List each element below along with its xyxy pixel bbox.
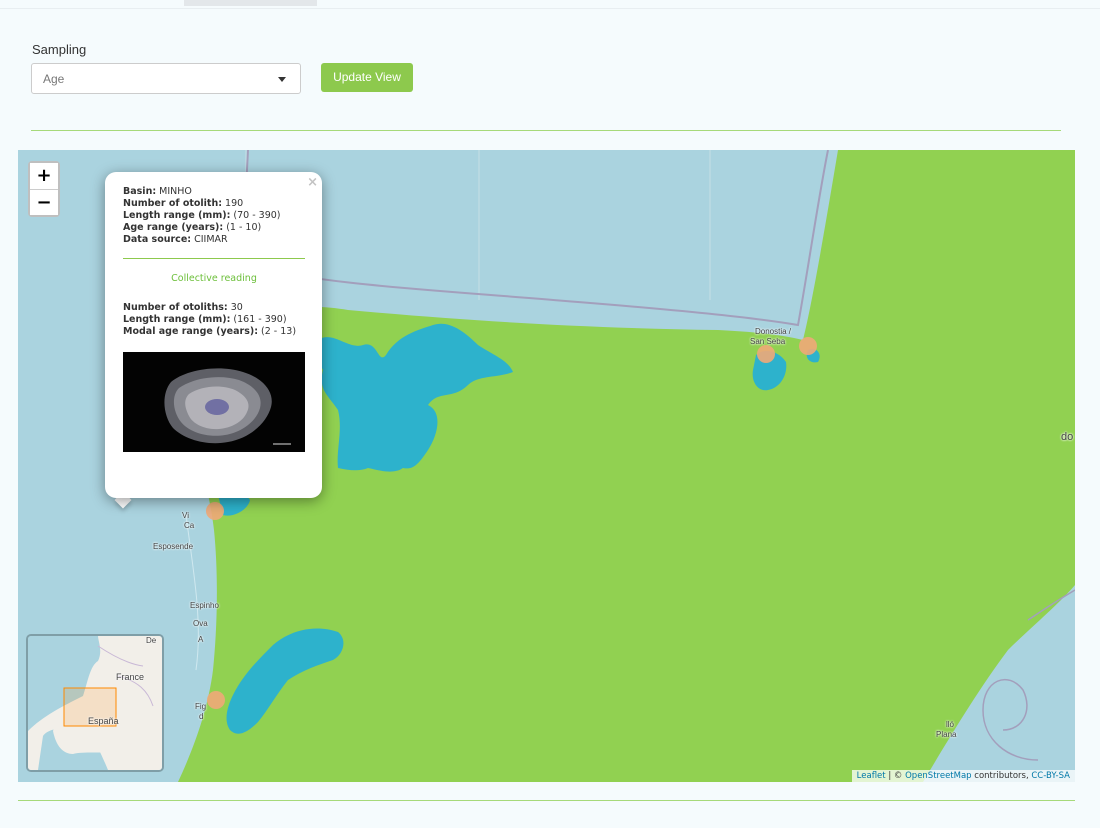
place-label-ovar: Ova bbox=[193, 619, 208, 628]
popup-length-collective: Length range (mm): (161 - 390) bbox=[123, 314, 287, 325]
place-label-edge: do bbox=[1061, 431, 1074, 443]
zoom-control: + − bbox=[28, 161, 60, 217]
top-tab-indicator bbox=[184, 0, 317, 6]
zoom-in-button[interactable]: + bbox=[30, 163, 58, 189]
sampling-label: Sampling bbox=[32, 42, 87, 57]
place-label-viana: Vi bbox=[182, 511, 189, 520]
top-rule bbox=[0, 8, 1100, 9]
popup-length-range: Length range (mm): (70 - 390) bbox=[123, 210, 281, 221]
divider bbox=[18, 800, 1075, 801]
map-container[interactable]: Donostia / San Seba Vi Ca Esposende Espi… bbox=[18, 150, 1075, 782]
place-label-llo: lló bbox=[946, 720, 955, 729]
leaflet-link[interactable]: Leaflet bbox=[857, 771, 886, 781]
chevron-down-icon bbox=[278, 77, 286, 82]
zoom-out-button[interactable]: − bbox=[30, 189, 58, 215]
minimap-tiles bbox=[28, 636, 162, 770]
basin-popup: × Basin: MINHO Number of otolith: 190 Le… bbox=[105, 172, 322, 498]
sampling-select-value: Age bbox=[43, 72, 65, 86]
popup-data-source: Data source: CIIMAR bbox=[123, 234, 228, 245]
divider bbox=[31, 130, 1061, 131]
collective-reading-title: Collective reading bbox=[171, 273, 257, 284]
minimap-label-france: France bbox=[116, 672, 145, 682]
place-label-figueira: Fig bbox=[195, 702, 207, 711]
minimap-label-de: De bbox=[146, 636, 157, 645]
minimap[interactable]: France España De bbox=[26, 634, 164, 772]
otolith-image bbox=[123, 352, 305, 452]
license-link[interactable]: CC-BY-SA bbox=[1031, 771, 1070, 781]
place-label-esposende: Esposende bbox=[153, 542, 194, 551]
popup-otolith-count: Number of otolith: 190 bbox=[123, 198, 244, 209]
osm-link[interactable]: OpenStreetMap bbox=[905, 771, 971, 781]
place-label-donostia: Donostia / bbox=[755, 327, 792, 336]
place-label-plana: Plana bbox=[936, 730, 957, 739]
place-label-espinho: Espinho bbox=[190, 601, 219, 610]
place-label-aveiro: A bbox=[198, 635, 204, 644]
close-icon[interactable]: × bbox=[307, 175, 318, 190]
popup-divider bbox=[123, 258, 305, 259]
sampling-select[interactable]: Age bbox=[31, 63, 301, 94]
place-label-castelo: Ca bbox=[184, 521, 195, 530]
place-label-san-sebastian: San Seba bbox=[750, 337, 786, 346]
place-label-figueira-da-foz: d bbox=[199, 712, 204, 721]
update-view-button[interactable]: Update View bbox=[321, 63, 413, 92]
popup-basin: Basin: MINHO bbox=[123, 186, 192, 197]
popup-modal-age: Modal age range (years): (2 - 13) bbox=[123, 326, 297, 337]
popup-otoliths-collective: Number of otoliths: 30 bbox=[123, 302, 243, 313]
minimap-label-espana: España bbox=[88, 716, 119, 726]
map-attribution: Leaflet | © OpenStreetMap contributors, … bbox=[851, 770, 1075, 782]
popup-age-range: Age range (years): (1 - 10) bbox=[123, 222, 262, 233]
